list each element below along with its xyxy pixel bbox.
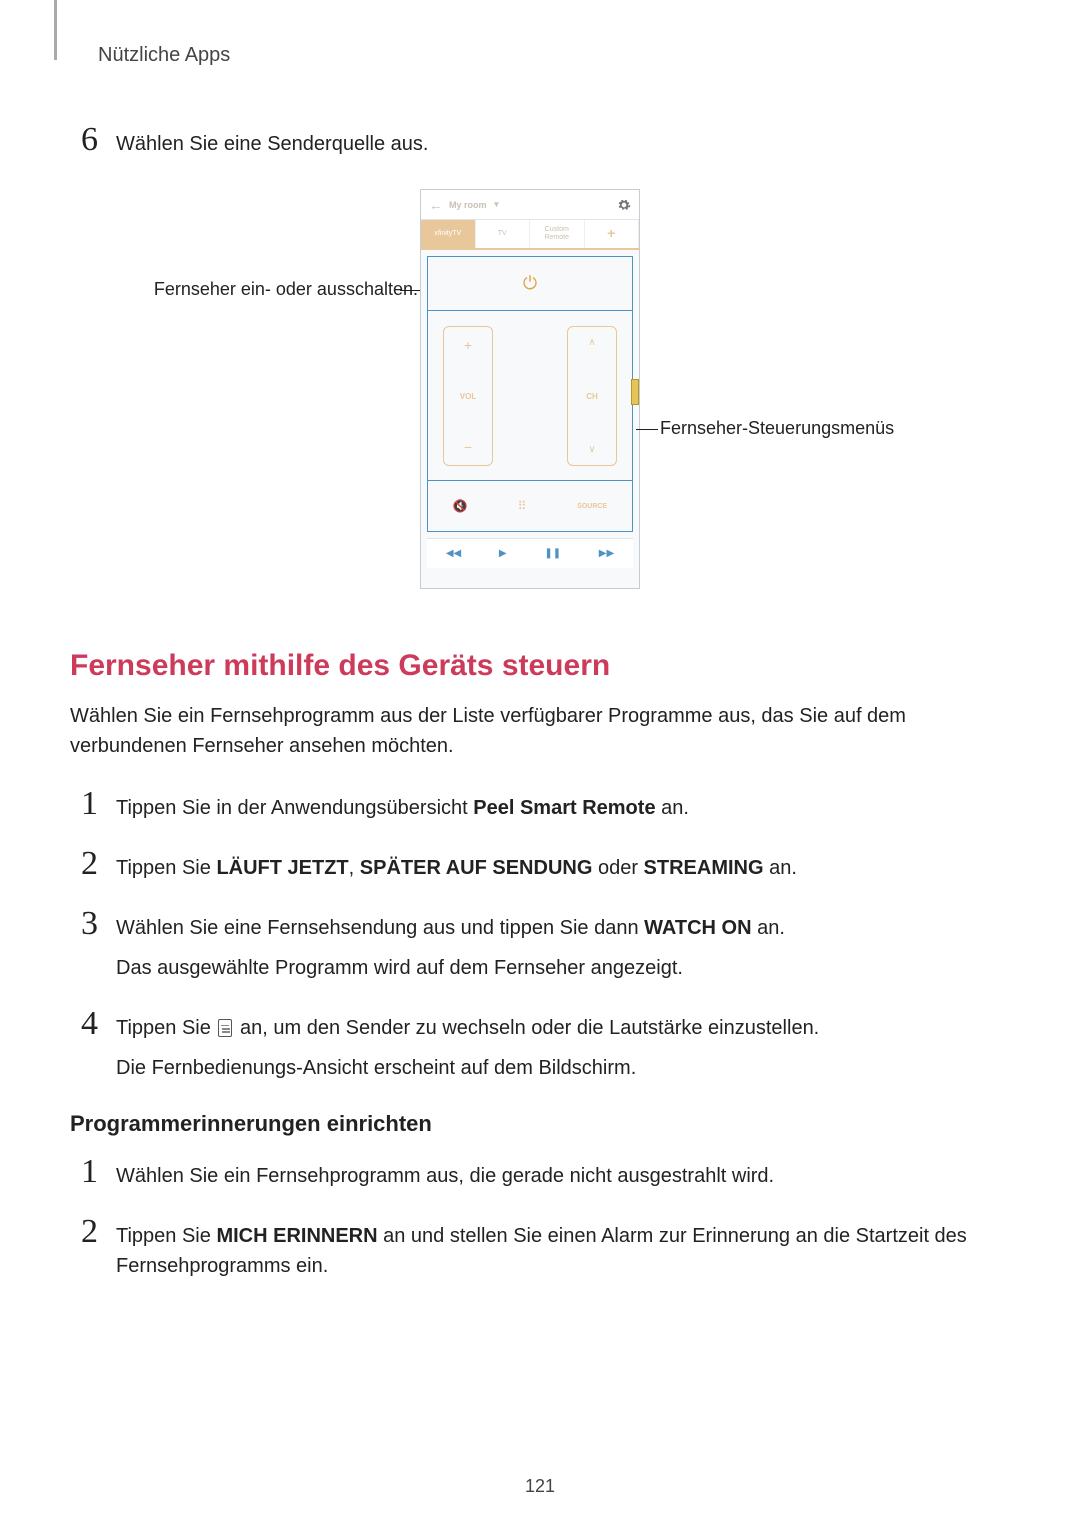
step-text: Wählen Sie ein Fernsehprogramm aus, die … [116, 1161, 1010, 1191]
gear-icon [617, 198, 631, 212]
step-subtext: Die Fernbedienungs-Ansicht erscheint auf… [116, 1053, 1010, 1083]
step-subtext: Das ausgewählte Programm wird auf dem Fe… [116, 953, 1010, 983]
vol-label: VOL [460, 392, 476, 401]
tab-custom: Custom Remote [530, 220, 585, 248]
subsection-heading: Programmerinnerungen einrichten [70, 1111, 1010, 1137]
tab-tv: TV [476, 220, 531, 248]
forward-icon: ▶▶ [599, 548, 614, 559]
step-6: 6 Wählen Sie eine Senderquelle aus. [70, 123, 1010, 159]
reminder-step-1: 1 Wählen Sie ein Fernsehprogramm aus, di… [70, 1155, 1010, 1191]
vol-ch-row: + VOL − ∧ CH ∨ [428, 311, 632, 481]
keypad-icon: ⠿ [518, 499, 528, 513]
media-row: ◀◀ ▶ ❚❚ ▶▶ [427, 538, 633, 568]
pause-icon: ❚❚ [544, 548, 561, 559]
step-number: 2 [70, 1215, 98, 1249]
callout-menus-label: Fernseher-Steuerungsmenüs [660, 418, 894, 439]
remote-mockup: ← My room ▼ xfinityTV TV Custom Remote +… [420, 189, 640, 589]
room-label: My room [449, 200, 487, 210]
step-number: 4 [70, 1007, 98, 1041]
channel-rocker: ∧ CH ∨ [567, 326, 617, 466]
ch-up-icon: ∧ [588, 337, 595, 348]
vol-up-icon: + [464, 337, 472, 353]
bottom-row: 🔇 ⠿ SOURCE [428, 481, 632, 531]
step-number: 2 [70, 847, 98, 881]
step-number: 3 [70, 907, 98, 941]
step-1: 1 Tippen Sie in der Anwendungsübersicht … [70, 787, 1010, 823]
vol-down-icon: − [464, 439, 472, 455]
step-text: Tippen Sie in der Anwendungsübersicht Pe… [116, 793, 1010, 823]
rewind-icon: ◀◀ [446, 548, 461, 559]
play-icon: ▶ [499, 548, 507, 559]
breadcrumb: Nützliche Apps [98, 44, 1010, 67]
step-text: Wählen Sie eine Fernsehsendung aus und t… [116, 913, 1010, 943]
volume-rocker: + VOL − [443, 326, 493, 466]
page-content: Nützliche Apps 6 Wählen Sie eine Senderq… [0, 0, 1080, 1281]
callout-power-label: Fernseher ein- oder ausschalten. [118, 279, 418, 300]
mockup-header: ← My room ▼ [421, 190, 639, 220]
step-number: 6 [70, 123, 98, 157]
power-icon: ⏻ [523, 273, 537, 294]
back-icon: ← [429, 197, 443, 213]
reminder-step-2: 2 Tippen Sie MICH ERINNERN an und stelle… [70, 1215, 1010, 1281]
ch-down-icon: ∨ [588, 444, 595, 455]
side-marker [631, 379, 639, 405]
power-row: ⏻ [428, 257, 632, 311]
step-text: Tippen Sie MICH ERINNERN an und stellen … [116, 1221, 1010, 1281]
side-rule [54, 0, 57, 60]
figure-area: Fernseher ein- oder ausschalten. ← My ro… [70, 189, 1010, 609]
section-heading: Fernseher mithilfe des Geräts steuern [70, 649, 1010, 683]
callout-right-line [636, 429, 658, 430]
ch-label: CH [586, 392, 598, 401]
step-text: Wählen Sie eine Senderquelle aus. [116, 129, 1010, 159]
page-number: 121 [0, 1476, 1080, 1497]
step-2: 2 Tippen Sie LÄUFT JETZT, SPÄTER AUF SEN… [70, 847, 1010, 883]
intro-paragraph: Wählen Sie ein Fernsehprogramm aus der L… [70, 701, 1010, 761]
mute-icon: 🔇 [453, 499, 468, 513]
tab-add: + [585, 220, 640, 248]
step-4: 4 Tippen Sie an, um den Sender zu wechse… [70, 1007, 1010, 1083]
step-3: 3 Wählen Sie eine Fernsehsendung aus und… [70, 907, 1010, 983]
remote-icon [218, 1019, 232, 1037]
mockup-tabs: xfinityTV TV Custom Remote + [421, 220, 639, 250]
step-number: 1 [70, 1155, 98, 1189]
step-number: 1 [70, 787, 98, 821]
dropdown-icon: ▼ [493, 200, 501, 209]
source-label: SOURCE [577, 503, 607, 510]
mockup-control-frame: ⏻ + VOL − ∧ CH ∨ 🔇 [427, 256, 633, 532]
step-text: Tippen Sie an, um den Sender zu wechseln… [116, 1013, 1010, 1043]
tab-xfinity: xfinityTV [421, 220, 476, 248]
step-text: Tippen Sie LÄUFT JETZT, SPÄTER AUF SENDU… [116, 853, 1010, 883]
